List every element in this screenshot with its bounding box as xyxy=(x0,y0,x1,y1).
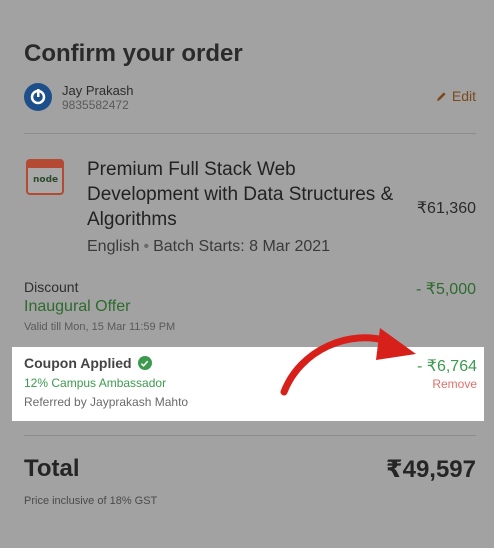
edit-button[interactable]: Edit xyxy=(436,88,476,104)
power-logo-icon xyxy=(30,89,46,105)
page-title: Confirm your order xyxy=(24,40,243,67)
course-thumbnail-icon: node xyxy=(26,159,64,195)
divider xyxy=(24,133,476,134)
divider xyxy=(24,435,476,436)
gst-note: Price inclusive of 18% GST xyxy=(24,495,158,507)
pencil-icon xyxy=(436,91,446,101)
coupon-name: 12% Campus Ambassador xyxy=(24,376,167,390)
discount-amount: - ₹5,000 xyxy=(416,281,476,298)
course-title: Premium Full Stack Web Development with … xyxy=(87,159,394,230)
user-name: Jay Prakash xyxy=(62,83,134,98)
course-icon-label: node xyxy=(33,175,59,185)
avatar xyxy=(24,83,52,111)
coupon-label-text: Coupon Applied xyxy=(24,355,132,371)
check-circle-icon xyxy=(137,356,152,370)
remove-coupon-button[interactable]: Remove xyxy=(432,377,477,391)
coupon-referrer: Referred by Jayprakash Mahto xyxy=(24,395,189,409)
discount-label: Discount xyxy=(24,279,79,295)
course-batch: Batch Starts: 8 Mar 2021 xyxy=(153,238,331,255)
coupon-applied-label: Coupon Applied xyxy=(24,355,152,371)
discount-validity: Valid till Mon, 15 Mar 11:59 PM xyxy=(24,321,176,333)
discount-name: Inaugural Offer xyxy=(24,298,131,315)
course-price: ₹61,360 xyxy=(416,200,476,217)
order-summary-sheet: Confirm your order Jay Prakash 983558247… xyxy=(0,0,494,548)
user-phone: 9835582472 xyxy=(62,98,129,112)
total-label: Total xyxy=(24,455,80,482)
coupon-amount: - ₹6,764 xyxy=(417,358,477,375)
total-amount: ₹49,597 xyxy=(385,456,476,483)
annotation-arrow-icon xyxy=(280,328,416,396)
edit-label: Edit xyxy=(451,88,476,104)
course-language: English xyxy=(87,238,140,255)
course-meta: English • Batch Starts: 8 Mar 2021 xyxy=(87,238,331,255)
